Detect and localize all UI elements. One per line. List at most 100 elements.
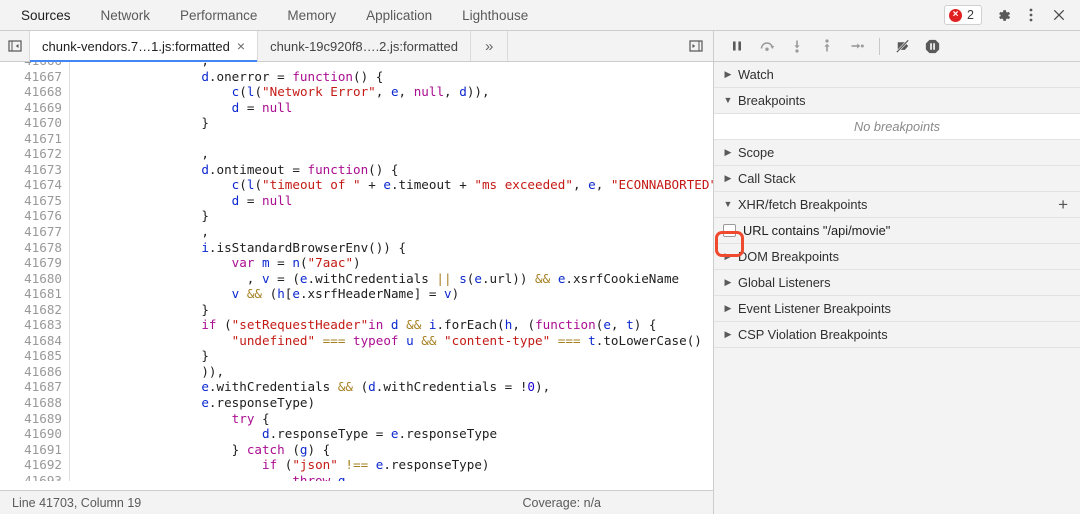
sidebar-section-label: CSP Violation Breakpoints [738,327,888,342]
sidebar-section-label: Event Listener Breakpoints [738,301,891,316]
line-number: 41671 [24,130,62,146]
panel-tab-lighthouse[interactable]: Lighthouse [447,0,543,30]
chevron-right-icon: ▶ [724,329,732,339]
line-number: 41690 [24,426,62,442]
code-token: typeof [353,332,399,348]
sidebar-section-breakpoints[interactable]: ▼ Breakpoints [714,88,1080,114]
show-navigator-icon[interactable] [0,31,30,61]
pause-script-icon[interactable] [724,33,750,59]
code-token: e [383,177,391,193]
step-out-icon[interactable] [814,33,840,59]
chevron-down-icon: ▼ [723,199,733,209]
sidebar-section-dom-breakpoints[interactable]: ▶ DOM Breakpoints [714,244,1080,270]
code-token: catch [246,441,285,457]
gear-icon[interactable] [990,2,1016,28]
panel-tab-list: Sources Network Performance Memory Applicati… [0,0,543,30]
panel-tab-sources[interactable]: Sources [6,0,86,30]
chevron-right-icon: ▶ [724,147,732,157]
sidebar-section-xhr-fetch-breakpoints[interactable]: ▼ XHR/fetch Breakpoints + [714,192,1080,218]
close-icon[interactable] [1046,2,1072,28]
code-token: e [588,177,596,193]
sidebar-section-csp-violation-breakpoints[interactable]: ▶ CSP Violation Breakpoints [714,322,1080,348]
chevron-right-icon: ▶ [724,303,732,313]
file-tab-close-icon[interactable]: × [237,39,245,53]
pause-on-exceptions-icon[interactable] [919,33,945,59]
sidebar-section-event-listener-breakpoints[interactable]: ▶ Event Listener Breakpoints [714,296,1080,322]
sidebar-sections: ▶ Watch ▼ Breakpoints No breakpoints ▶ Scope ▶ C… [714,62,1080,514]
code-token: try [231,410,255,426]
file-tab[interactable]: chunk-vendors.7…1.js:formatted × [30,31,259,62]
add-xhr-breakpoint-button[interactable]: + [1058,196,1068,213]
code-token: ) [353,255,361,271]
line-number: 41685 [24,348,62,364]
step-over-icon[interactable] [754,33,780,59]
code-line: "undefined" === typeof u && "content-typ… [80,333,713,349]
code-token: d [261,426,270,442]
xhr-breakpoint-row[interactable]: URL contains "/api/movie" [714,218,1080,244]
line-number: 41684 [24,332,62,348]
sidebar-section-global-listeners[interactable]: ▶ Global Listeners [714,270,1080,296]
code-content[interactable]: , d.onerror = function() { c(l("Network … [70,62,713,481]
file-tabs-overflow-button[interactable]: » [471,31,509,61]
line-number: 41693 [24,472,62,481]
file-tab-label: chunk-vendors.7…1.js:formatted [42,38,230,54]
code-token: , ( [512,317,536,333]
code-token: .responseType [398,426,498,442]
code-token: e [390,426,399,442]
code-token: === [322,332,346,348]
code-editor[interactable]: 4166641667416684166941670416714167241673… [0,62,713,490]
panel-tab-label: Memory [287,7,337,23]
code-token: g [337,472,346,481]
sidebar-section-call-stack[interactable]: ▶ Call Stack [714,166,1080,192]
cursor-position-label: Line 41703, Column 19 [12,495,142,510]
show-debugger-sidebar-icon[interactable] [683,33,709,59]
step-icon[interactable] [844,33,870,59]
code-line: d.responseType = e.responseType [80,426,713,442]
code-token: ( [216,317,232,333]
file-tab[interactable]: chunk-19c920f8….2.js:formatted [258,31,471,61]
chevron-right-icon: ▶ [724,277,732,287]
code-token: ) { [633,317,657,333]
code-token: e [201,379,209,395]
deactivate-breakpoints-icon[interactable] [889,33,915,59]
panel-tab-application[interactable]: Application [351,0,447,30]
sidebar-section-scope[interactable]: ▶ Scope [714,140,1080,166]
error-count-badge[interactable]: × 2 [944,5,982,25]
line-number: 41691 [24,441,62,457]
editor-statusbar: Line 41703, Column 19 Coverage: n/a [0,490,713,514]
kebab-menu-icon[interactable] [1018,2,1044,28]
sidebar-section-watch[interactable]: ▶ Watch [714,62,1080,88]
code-token: && [535,270,551,286]
code-token: ( [277,457,293,473]
code-token: function [307,161,369,177]
code-token: d [368,379,376,395]
code-token: () { [368,161,399,177]
panel-tab-performance[interactable]: Performance [165,0,272,30]
code-token: .url)) [481,270,536,286]
code-token: ) { [307,441,331,457]
code-line: , v = (e.withCredentials || s(e.url)) &&… [80,271,713,287]
code-line: c(l("Network Error", e, null, d)), [80,84,713,100]
code-token: e [201,395,209,411]
code-token: e [603,317,611,333]
sidebar-section-label: Scope [738,145,775,160]
code-token: } [80,115,209,131]
panel-tab-network[interactable]: Network [86,0,166,30]
code-token: .responseType = [269,426,391,442]
step-into-icon[interactable] [784,33,810,59]
error-count-label: 2 [967,8,974,22]
code-token: || [436,270,452,286]
code-line: i.isStandardBrowserEnv()) { [80,240,713,256]
code-token: .onerror = [208,68,293,84]
code-token: { [254,410,270,426]
panel-tab-memory[interactable]: Memory [272,0,351,30]
xhr-breakpoint-checkbox[interactable] [723,224,736,237]
code-token: s [459,270,467,286]
line-number: 41669 [24,99,62,115]
